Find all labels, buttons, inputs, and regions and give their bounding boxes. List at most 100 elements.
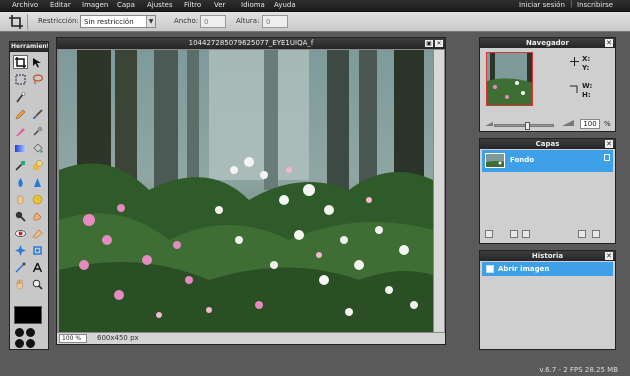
zoom-level-field[interactable]: 100 % xyxy=(59,334,87,343)
sharpen-icon xyxy=(34,177,41,187)
wand-tool[interactable] xyxy=(13,90,28,104)
menu-filtro[interactable]: Filtro xyxy=(184,1,201,9)
canvas-image[interactable] xyxy=(59,50,433,332)
close-icon[interactable]: ✕ xyxy=(605,252,613,260)
sponge-tool[interactable] xyxy=(30,192,45,206)
clone-stamp-tool[interactable] xyxy=(13,124,28,138)
mask-dot[interactable] xyxy=(26,339,35,348)
navigator-preview xyxy=(487,53,532,105)
layer-link-icon[interactable] xyxy=(485,230,493,238)
tools-panel: Herramientas xyxy=(9,41,49,350)
zoom-icon xyxy=(32,279,43,290)
dodge-tool[interactable] xyxy=(13,209,28,223)
w-label: W: xyxy=(582,82,593,90)
crop-icon xyxy=(15,56,26,68)
gradient-tool[interactable] xyxy=(13,141,28,155)
color-picker-tool[interactable] xyxy=(13,158,28,172)
width-label: Ancho: xyxy=(174,17,199,25)
version-status: v.6.7 - 2 FPS 28.25 MB xyxy=(539,366,618,374)
menu-editar[interactable]: Editar xyxy=(50,1,71,9)
type-tool[interactable] xyxy=(30,260,45,274)
line-tool[interactable] xyxy=(13,260,28,274)
navigator-thumbnail[interactable] xyxy=(486,52,533,106)
brush-tool[interactable] xyxy=(30,107,45,121)
burn-tool[interactable] xyxy=(30,209,45,223)
navigator-panel: Navegador ✕ X: Y: W: H: 100 % xyxy=(479,37,616,132)
layer-style-icon[interactable] xyxy=(510,230,518,238)
x-label: X: xyxy=(582,55,591,63)
marquee-tool[interactable] xyxy=(13,72,28,86)
restriction-value: Sin restricción xyxy=(84,18,134,26)
width-input[interactable]: 0 xyxy=(200,15,226,28)
spot-heal-icon xyxy=(32,229,43,238)
zoom-tool[interactable] xyxy=(30,277,45,291)
blur-icon xyxy=(18,177,23,187)
bloat-tool[interactable] xyxy=(13,243,28,257)
pencil-tool[interactable] xyxy=(13,107,28,121)
trash-icon[interactable] xyxy=(592,230,600,238)
hand-tool[interactable] xyxy=(13,277,28,291)
menu-capa[interactable]: Capa xyxy=(117,1,135,9)
sharpen-tool[interactable] xyxy=(30,175,45,189)
red-eye-tool[interactable] xyxy=(13,226,28,240)
mask-dot[interactable] xyxy=(26,328,35,337)
menu-imagen[interactable]: Imagen xyxy=(82,1,108,9)
close-icon[interactable]: ✕ xyxy=(605,39,613,47)
close-icon[interactable]: ✕ xyxy=(435,40,443,47)
color-swatch[interactable] xyxy=(14,306,42,324)
layers-title-text: Capas xyxy=(535,140,560,148)
height-label: Altura: xyxy=(236,17,260,25)
new-layer-icon[interactable] xyxy=(578,230,586,238)
zoom-slider[interactable] xyxy=(494,122,554,130)
close-icon[interactable]: ✕ xyxy=(605,140,613,148)
image-dimensions: 600x450 px xyxy=(97,334,139,342)
menu-ajustes[interactable]: Ajustes xyxy=(147,1,173,9)
smudge-tool[interactable] xyxy=(13,192,28,206)
restriction-select[interactable]: Sin restricción ▼ xyxy=(80,15,156,28)
menu-ayuda[interactable]: Ayuda xyxy=(274,1,296,9)
menu-archivo[interactable]: Archivo xyxy=(12,1,38,9)
maximize-icon[interactable]: ▣ xyxy=(425,40,433,47)
history-row[interactable]: Abrir imagen xyxy=(482,262,613,276)
image-window-title: 104427285079625077_EYE1UIQA_f ▣ ✕ xyxy=(57,38,445,49)
navigator-zoom-input[interactable]: 100 xyxy=(580,119,600,129)
paint-bucket-tool[interactable] xyxy=(30,141,45,155)
hand-icon xyxy=(16,278,23,289)
lasso-tool[interactable] xyxy=(30,72,45,86)
navigator-title: Navegador ✕ xyxy=(480,38,615,48)
burn-icon xyxy=(33,212,42,220)
marquee-icon xyxy=(15,74,26,84)
menu-idioma[interactable]: Idioma xyxy=(241,1,265,9)
selection-size-icon xyxy=(570,85,578,93)
mask-buttons xyxy=(14,328,44,348)
color-replace-tool[interactable] xyxy=(30,124,45,138)
color-picker-icon xyxy=(15,160,25,171)
mask-dot[interactable] xyxy=(15,328,24,337)
mask-dot[interactable] xyxy=(15,339,24,348)
pinch-tool[interactable] xyxy=(30,243,45,257)
crop-tool[interactable] xyxy=(13,55,28,69)
menu-ver[interactable]: Ver xyxy=(214,1,225,9)
chevron-down-icon: ▼ xyxy=(146,16,155,27)
spot-heal-tool[interactable] xyxy=(30,226,45,240)
lock-icon[interactable] xyxy=(604,154,610,161)
blur-tool[interactable] xyxy=(13,175,28,189)
h-label: H: xyxy=(582,91,591,99)
navigator-title-text: Navegador xyxy=(526,39,569,47)
zoom-slider-handle[interactable] xyxy=(525,122,530,130)
pencil-icon xyxy=(15,109,26,119)
zoom-out-icon xyxy=(485,122,493,126)
vertical-scrollbar[interactable] xyxy=(434,50,444,332)
layer-row[interactable]: Fondo xyxy=(482,150,613,172)
drawing-tool[interactable] xyxy=(30,158,45,172)
layer-thumbnail xyxy=(485,153,505,168)
layer-mask-icon[interactable] xyxy=(522,230,530,238)
restriction-label: Restricción: xyxy=(38,17,79,25)
brush-icon xyxy=(33,108,43,119)
layers-title: Capas ✕ xyxy=(480,139,615,149)
height-input[interactable]: 0 xyxy=(262,15,288,28)
signup-link[interactable]: Inscribirse xyxy=(577,1,613,9)
move-tool[interactable] xyxy=(30,55,45,69)
login-link[interactable]: Iniciar sesión xyxy=(519,1,565,9)
type-icon xyxy=(32,262,43,272)
